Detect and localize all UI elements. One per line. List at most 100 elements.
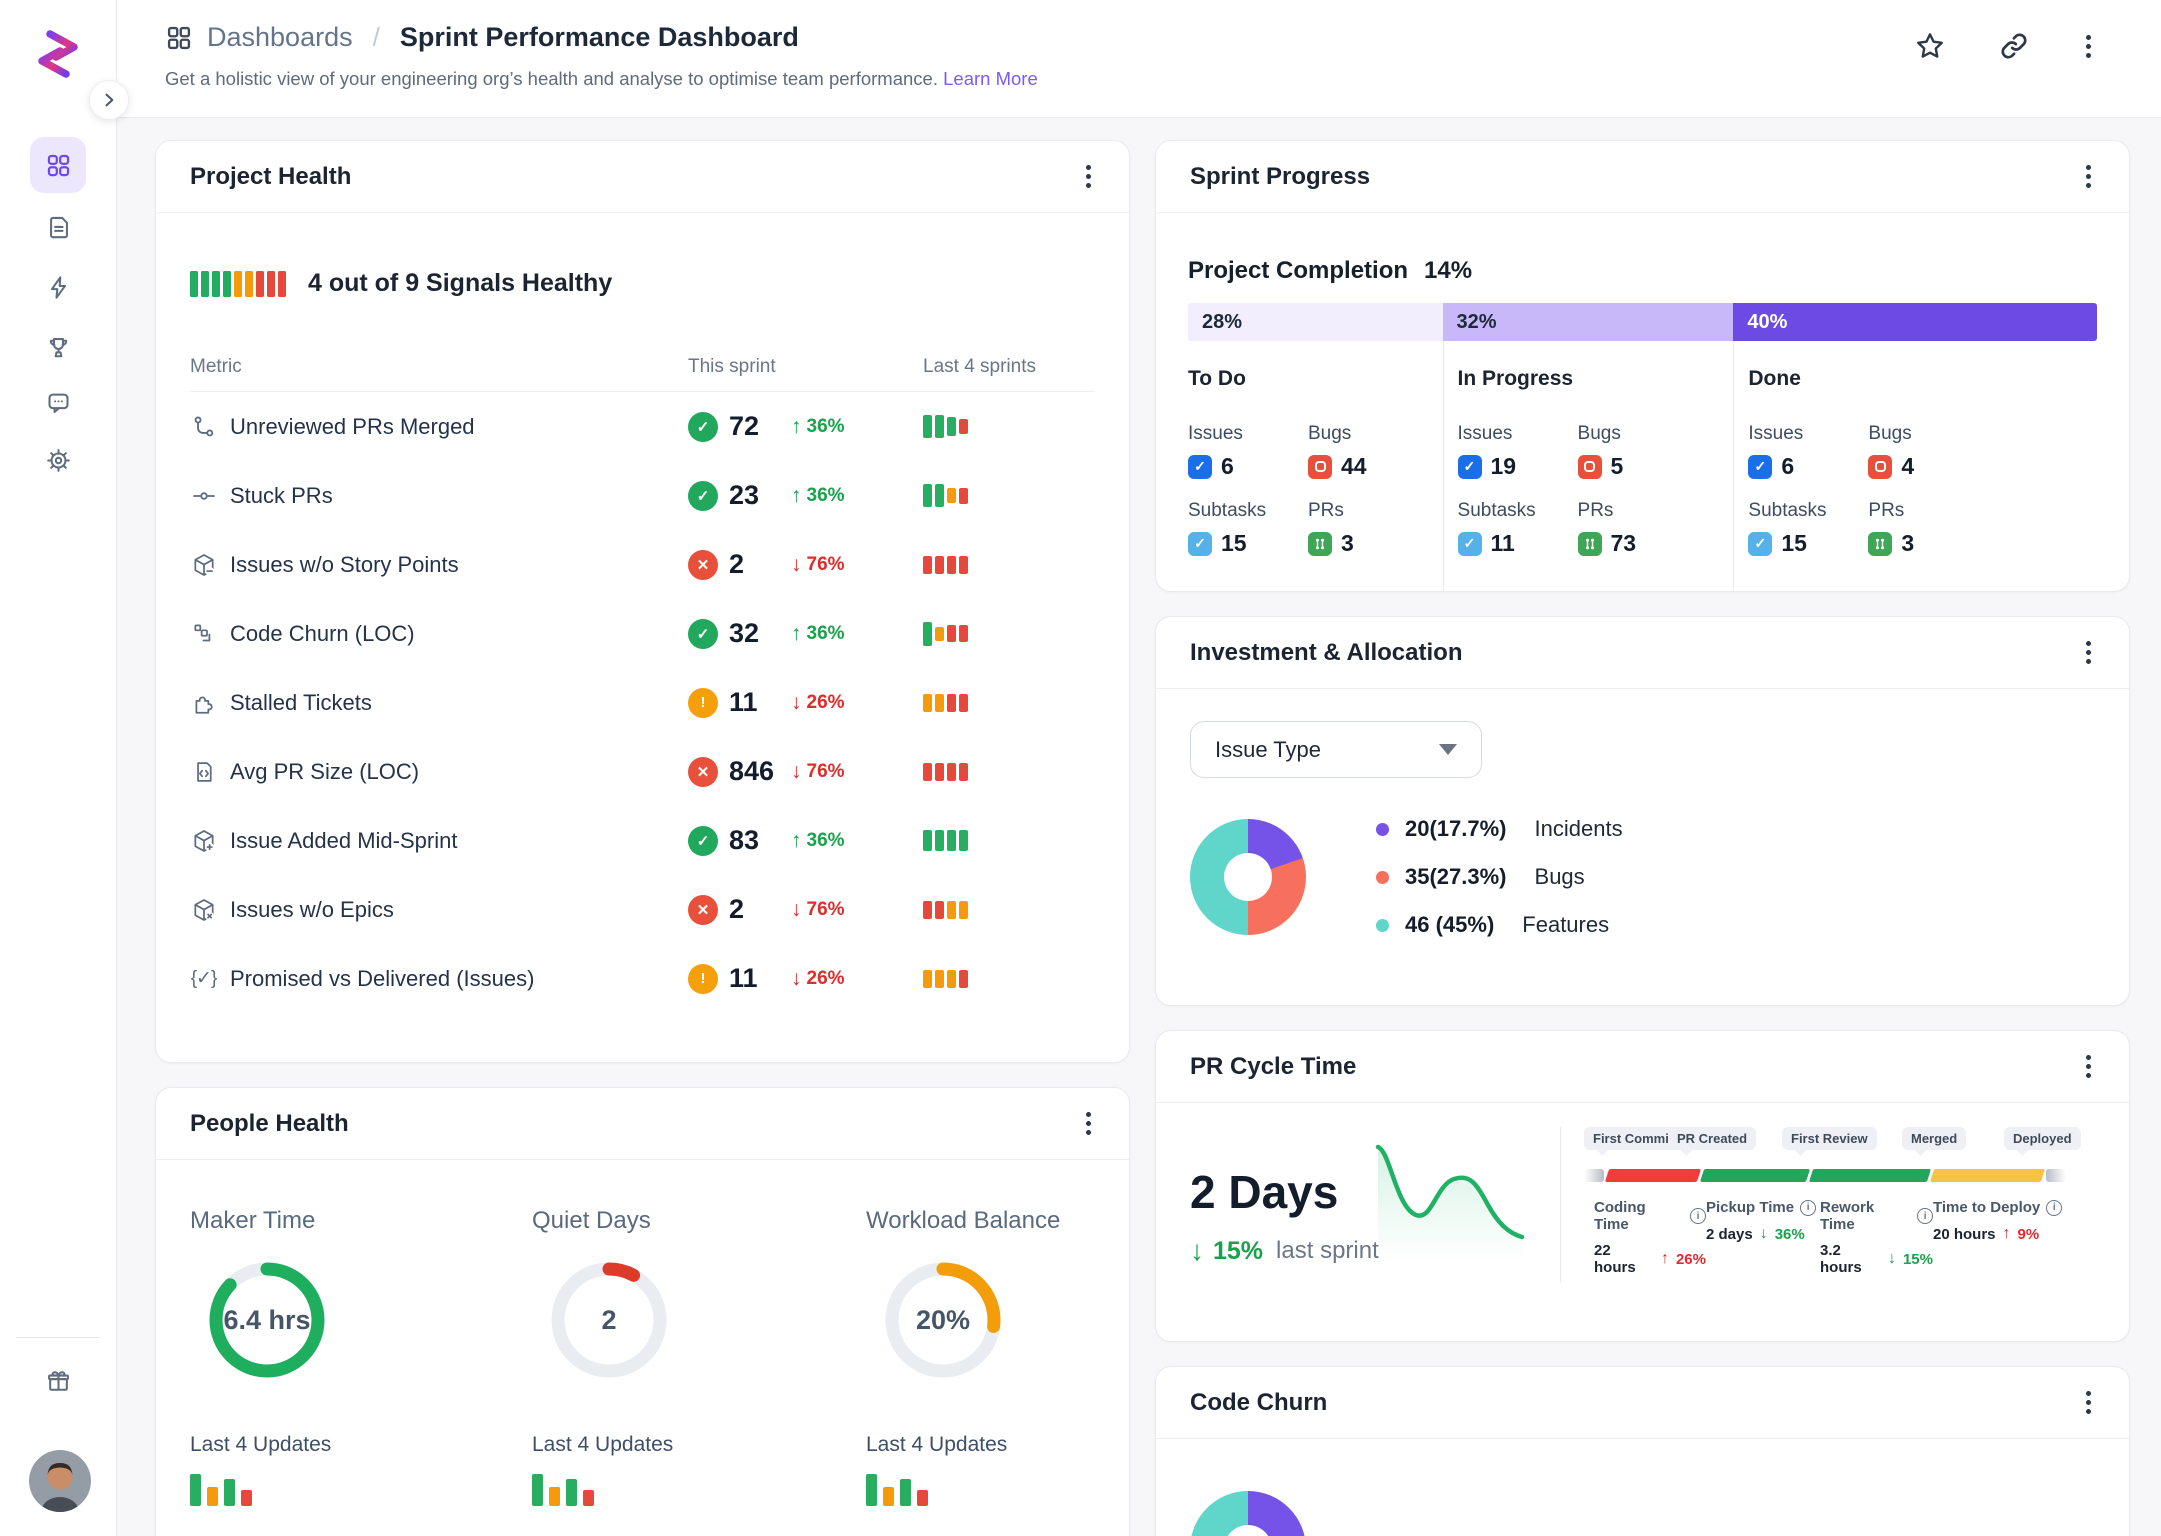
maker-time-column: Maker Time 6.4 hrs Last 4 Updates [190, 1207, 490, 1506]
learn-more-link[interactable]: Learn More [943, 68, 1038, 89]
legend-item: 35(27.3%) Bugs [1376, 864, 1623, 890]
pr-cycle-sparkline [1370, 1133, 1530, 1263]
updates-label: Last 4 Updates [866, 1433, 1166, 1457]
info-icon[interactable]: i [1690, 1208, 1706, 1224]
people-health-kebab-icon[interactable] [1082, 1108, 1095, 1139]
file-code-icon [190, 758, 217, 785]
trend: ↓26% [791, 967, 845, 991]
subtasks-check-icon: ✓ [1188, 532, 1212, 556]
sidebar-item-feedback[interactable] [30, 374, 86, 430]
code-churn-kebab-icon[interactable] [2082, 1387, 2095, 1418]
metric-label: Coding Time [1594, 1199, 1684, 1233]
table-row: Issue Added Mid-Sprint ✓ 83 ↑36% [190, 806, 1095, 875]
info-icon[interactable]: i [1800, 1200, 1816, 1216]
metric-value: 3.2 hours [1820, 1242, 1881, 1276]
legend-label: Bugs [1535, 864, 1585, 890]
metric-label: Pickup Time [1706, 1199, 1794, 1216]
prs-count: 3 [1341, 530, 1354, 557]
status-ok-icon: ✓ [688, 481, 718, 511]
user-avatar[interactable] [29, 1450, 91, 1512]
dashboard-grid-icon [45, 152, 72, 179]
sprint-progress-card: Sprint Progress Project Completion 14% 2… [1155, 140, 2130, 592]
completion-value: 14% [1424, 257, 1472, 285]
gauge-value: 20% [884, 1261, 1002, 1379]
stage-stub-right [2046, 1169, 2066, 1182]
sidebar-item-settings[interactable] [30, 432, 86, 488]
code-churn-icon [190, 620, 217, 647]
info-icon[interactable]: i [1917, 1208, 1933, 1224]
share-link-icon[interactable] [1998, 30, 2030, 62]
status-warn-icon: ! [688, 688, 718, 718]
sidebar-item-reports[interactable] [30, 199, 86, 255]
issue-type-dropdown[interactable]: Issue Type [1190, 721, 1482, 778]
page-subtitle: Get a holistic view of your engineering … [165, 68, 1038, 90]
group-name: To Do [1188, 367, 1443, 391]
legend-item: 46 (45%) Features [1376, 912, 1623, 938]
bugs-label: Bugs [1578, 423, 1734, 445]
todo-column: To Do Issues Bugs ✓6 44 Subtasks PRs ✓15… [1188, 341, 1443, 593]
page-title: Sprint Performance Dashboard [400, 22, 799, 53]
pr-cycle-kebab-icon[interactable] [2082, 1051, 2095, 1082]
subtitle-text: Get a holistic view of your engineering … [165, 68, 938, 89]
column-this-sprint: This sprint [688, 356, 923, 378]
header-kebab-menu-icon[interactable] [2082, 31, 2095, 62]
group-name: Done [1748, 367, 2097, 391]
metric-value: 2 [729, 894, 781, 925]
status-ok-icon: ✓ [688, 619, 718, 649]
trend-pct: 15% [1213, 1237, 1263, 1266]
table-row: Issues w/o Story Points ✕ 2 ↓76% [190, 530, 1095, 599]
table-row: {✓} Promised vs Delivered (Issues) ! 11 … [190, 944, 1095, 1013]
metric-label: Stuck PRs [230, 483, 333, 509]
metric-value: 83 [729, 825, 781, 856]
breadcrumb: Dashboards / Sprint Performance Dashboar… [165, 22, 799, 53]
sidebar-divider [16, 1337, 101, 1338]
subtasks-count: 15 [1221, 530, 1247, 557]
issue-type-donut-chart [1190, 819, 1306, 935]
project-health-kebab-icon[interactable] [1082, 161, 1095, 192]
sidebar-item-dashboards[interactable] [30, 137, 86, 193]
column-last-4-sprints: Last 4 sprints [923, 356, 1095, 378]
sprint-spark-bars [923, 763, 1095, 781]
metric-label: Avg PR Size (LOC) [230, 759, 419, 785]
investment-allocation-card: Investment & Allocation Issue Type 20(17… [1155, 616, 2130, 1006]
sidebar-item-goals[interactable] [30, 319, 86, 375]
box-x-icon [190, 896, 217, 923]
sprint-spark-bars [923, 830, 1095, 851]
sidebar-item-automations[interactable] [30, 259, 86, 315]
info-icon[interactable]: i [2046, 1200, 2062, 1216]
sprint-spark-bars [923, 622, 1095, 646]
pr-branch-icon [1868, 532, 1892, 556]
table-row: Avg PR Size (LOC) ✕ 846 ↓76% [190, 737, 1095, 806]
bug-icon [1868, 455, 1892, 479]
metric-label: Rework Time [1820, 1199, 1911, 1233]
app-logo[interactable] [28, 24, 88, 84]
braces-check-icon: {✓} [190, 965, 217, 992]
sidebar-item-whats-new[interactable] [30, 1352, 86, 1408]
gauge-title: Workload Balance [866, 1207, 1166, 1235]
down-arrow: ↓ [1190, 1235, 1204, 1267]
page-header: Dashboards / Sprint Performance Dashboar… [117, 0, 2161, 118]
todo-segment: 28% [1188, 303, 1443, 341]
signals-bar-chart [190, 271, 286, 297]
trend: ↑36% [791, 484, 845, 508]
sprint-spark-bars [923, 970, 1095, 988]
investment-kebab-icon[interactable] [2082, 637, 2095, 668]
vertical-divider [1560, 1127, 1561, 1283]
updates-label: Last 4 Updates [532, 1433, 832, 1457]
sidebar-expand-button[interactable] [89, 80, 129, 120]
star-icon[interactable] [1914, 30, 1946, 62]
breadcrumb-dashboards[interactable]: Dashboards [207, 22, 353, 53]
subtasks-check-icon: ✓ [1458, 532, 1482, 556]
chevron-down-icon [1439, 744, 1457, 755]
gauge-value: 2 [550, 1261, 668, 1379]
metric-value: 11 [729, 963, 781, 994]
issues-label: Issues [1188, 423, 1308, 445]
box-minus-icon [190, 551, 217, 578]
metric-label: Time to Deploy [1933, 1199, 2040, 1216]
rework-time-metric: Rework Timei 3.2 hours↓15% [1820, 1199, 1933, 1276]
sprint-spark-bars [923, 556, 1095, 574]
trend: ↑36% [791, 415, 845, 439]
status-bad-icon: ✕ [688, 550, 718, 580]
dashboards-grid-icon [165, 24, 193, 52]
sprint-progress-kebab-icon[interactable] [2082, 161, 2095, 192]
